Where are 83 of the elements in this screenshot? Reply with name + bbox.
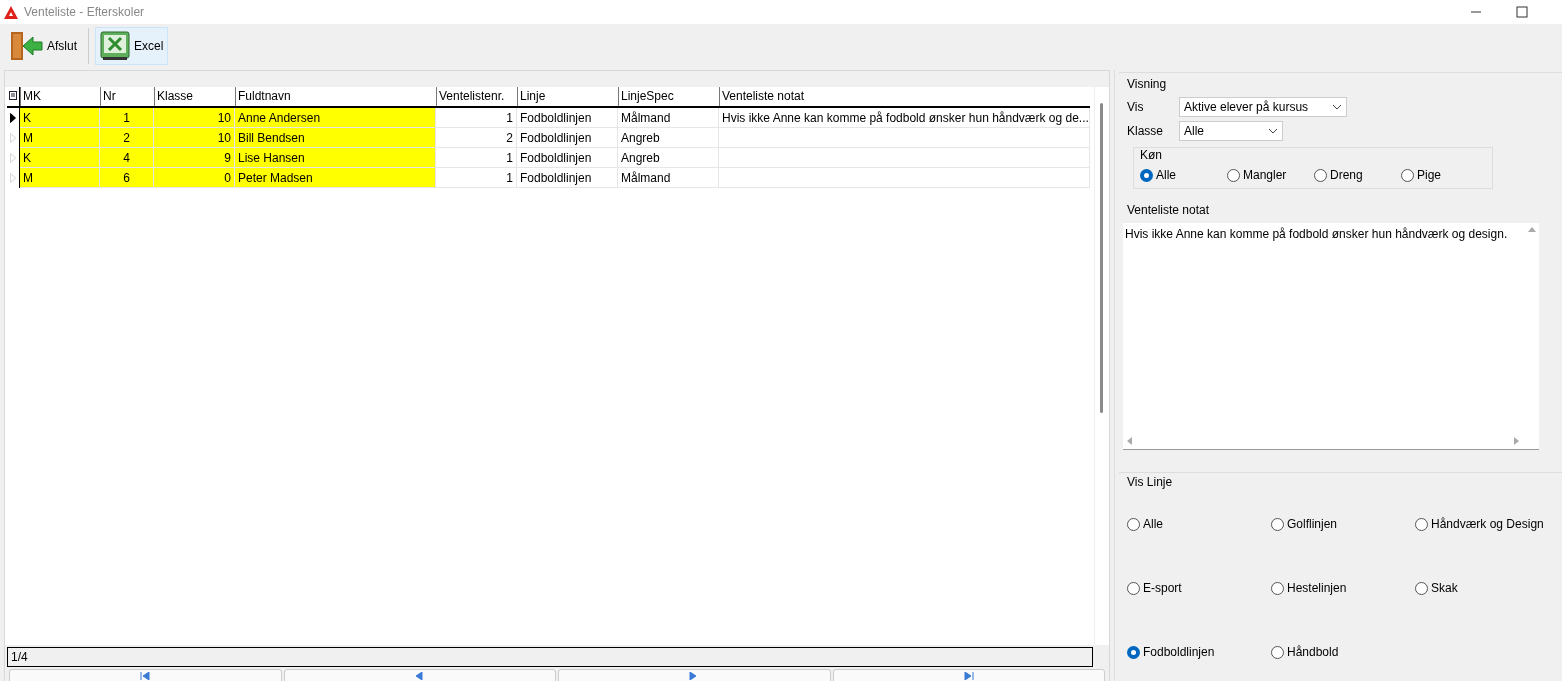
radio-button[interactable] xyxy=(1127,581,1140,595)
table-cell: 6 xyxy=(100,168,154,188)
radio-option[interactable]: Håndbold xyxy=(1271,645,1415,659)
column-header[interactable]: Linje xyxy=(517,87,618,106)
table-cell: M xyxy=(20,128,100,148)
radio-button[interactable] xyxy=(1415,517,1428,531)
table-cell: 1 xyxy=(436,148,517,168)
radio-option[interactable]: Pige xyxy=(1401,168,1488,182)
table-cell: Fodboldlinjen xyxy=(517,128,618,148)
radio-option[interactable]: Alle xyxy=(1127,517,1271,531)
radio-option[interactable]: Fodboldlinjen xyxy=(1127,645,1271,659)
table-cell: 4 xyxy=(100,148,154,168)
column-header[interactable]: Fuldtnavn xyxy=(235,87,436,106)
chevron-down-icon xyxy=(1268,128,1278,134)
first-record-icon xyxy=(139,672,152,680)
radio-option[interactable]: Golflinjen xyxy=(1271,517,1415,531)
radio-button[interactable] xyxy=(1271,645,1284,659)
group-title: Vis Linje xyxy=(1127,475,1174,489)
field-label: Klasse xyxy=(1127,124,1165,138)
column-header[interactable]: MK xyxy=(20,87,100,106)
radio-button[interactable] xyxy=(1271,517,1284,531)
group-title: Visning xyxy=(1127,77,1168,91)
column-header[interactable]: Nr xyxy=(100,87,154,106)
toolbar-button[interactable]: Excel xyxy=(95,27,169,65)
table-cell: 10 xyxy=(154,128,235,148)
column-chooser-icon[interactable] xyxy=(8,91,18,102)
last-record-icon xyxy=(962,672,975,680)
column-header[interactable]: Klasse xyxy=(154,87,235,106)
field-label: Vis xyxy=(1127,100,1145,114)
radio-option[interactable]: E-sport xyxy=(1127,581,1271,595)
radio-option[interactable]: Dreng xyxy=(1314,168,1401,182)
table-cell: 10 xyxy=(154,108,235,128)
table-cell: 2 xyxy=(100,128,154,148)
record-counter: 1/4 xyxy=(7,647,1093,667)
table-cell: 1 xyxy=(436,108,517,128)
radio-option[interactable]: Alle xyxy=(1140,168,1227,182)
previous-icon xyxy=(413,672,426,680)
column-header[interactable]: LinjeSpec xyxy=(618,87,719,106)
radio-button[interactable] xyxy=(1415,581,1428,595)
radio-option[interactable]: Håndværk og Design xyxy=(1415,517,1559,531)
table-cell: Angreb xyxy=(618,148,719,168)
chevron-down-icon xyxy=(1332,104,1342,110)
radio-option[interactable]: Mangler xyxy=(1227,168,1314,182)
window-title: Venteliste - Efterskoler xyxy=(24,5,146,19)
table-cell: 1 xyxy=(436,168,517,188)
radio-option[interactable]: Skak xyxy=(1415,581,1559,595)
dropdown[interactable]: Aktive elever på kursus xyxy=(1179,97,1347,117)
radio-button[interactable] xyxy=(1127,645,1140,659)
table-cell: Fodboldlinjen xyxy=(517,168,618,188)
radio-button[interactable] xyxy=(1127,517,1140,531)
table-cell: K xyxy=(20,148,100,168)
table-cell: Fodboldlinjen xyxy=(517,108,618,128)
table-cell: Bill Bendsen xyxy=(235,128,436,148)
table-cell: Anne Andersen xyxy=(235,108,436,128)
table-cell: 1 xyxy=(100,108,154,128)
table-cell: 0 xyxy=(154,168,235,188)
radio-button[interactable] xyxy=(1271,581,1284,595)
dropdown[interactable]: Alle xyxy=(1179,121,1283,141)
table-cell: Lise Hansen xyxy=(235,148,436,168)
group-title: Køn xyxy=(1140,148,1163,162)
maximize-icon[interactable] xyxy=(1516,6,1528,18)
field-label: Venteliste notat xyxy=(1127,203,1211,217)
table-cell: 2 xyxy=(436,128,517,148)
table-cell: Fodboldlinjen xyxy=(517,148,618,168)
door-arrow-icon xyxy=(9,31,43,61)
radio-button[interactable] xyxy=(1140,168,1153,182)
radio-button[interactable] xyxy=(1227,168,1240,182)
table-cell: Målmand xyxy=(618,108,719,128)
column-header[interactable]: Venteliste notat xyxy=(719,87,1090,106)
table-cell: Målmand xyxy=(618,168,719,188)
radio-button[interactable] xyxy=(1314,168,1327,182)
table-cell: Hvis ikke Anne kan komme på fodbold ønsker hun håndværk og de... xyxy=(719,108,1090,128)
table-cell: M xyxy=(20,168,100,188)
radio-option[interactable]: Hestelinjen xyxy=(1271,581,1415,595)
table-cell: Peter Madsen xyxy=(235,168,436,188)
table-cell: Angreb xyxy=(618,128,719,148)
radio-button[interactable] xyxy=(1401,168,1414,182)
table-cell: K xyxy=(20,108,100,128)
app-logo-icon xyxy=(4,5,18,19)
column-header[interactable]: Ventelistenr. xyxy=(436,87,517,106)
spreadsheet-icon xyxy=(100,31,130,61)
toolbar-button[interactable]: Afslut xyxy=(4,27,82,65)
table-cell: 9 xyxy=(154,148,235,168)
